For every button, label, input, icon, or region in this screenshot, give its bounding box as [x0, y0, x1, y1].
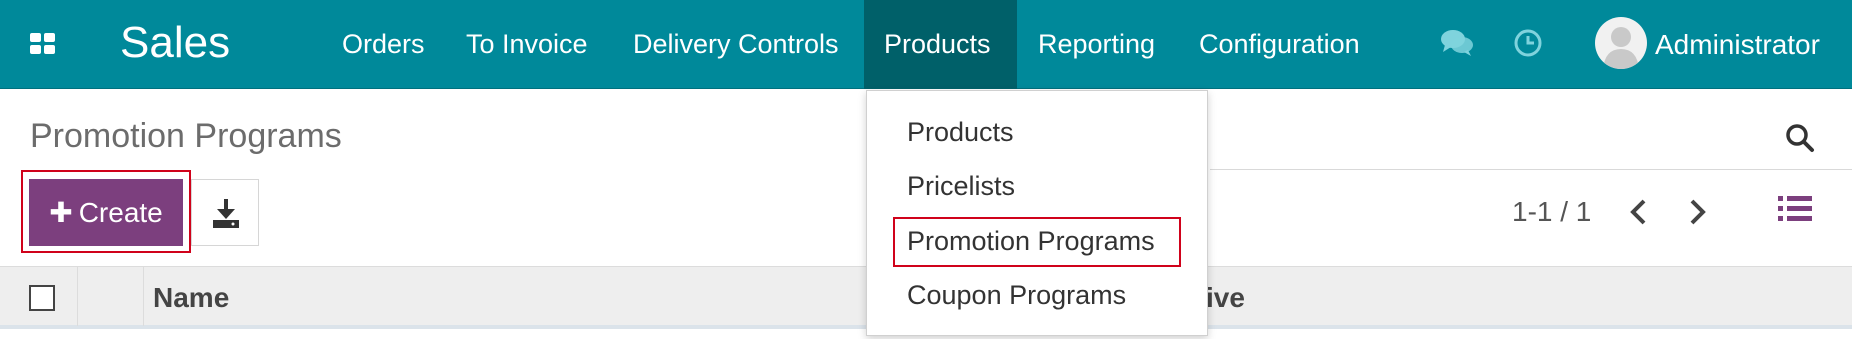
- chevron-left-icon[interactable]: [1624, 196, 1652, 228]
- column-header-name[interactable]: Name: [153, 282, 229, 314]
- page-title: Promotion Programs: [30, 117, 342, 155]
- user-avatar-icon[interactable]: [1595, 17, 1647, 69]
- menu-reporting[interactable]: Reporting: [1018, 0, 1175, 89]
- dropdown-item-pricelists[interactable]: Pricelists: [907, 171, 1015, 202]
- apps-grid-icon[interactable]: [30, 33, 56, 55]
- chevron-right-icon[interactable]: [1684, 196, 1712, 228]
- column-header-active[interactable]: ive: [1206, 282, 1245, 314]
- menu-orders[interactable]: Orders: [322, 0, 445, 89]
- promotion-programs-highlight-box: [893, 217, 1181, 267]
- user-menu-name[interactable]: Administrator: [1655, 0, 1820, 89]
- menu-configuration[interactable]: Configuration: [1179, 0, 1380, 89]
- app-brand[interactable]: Sales: [120, 18, 230, 68]
- clock-activity-icon[interactable]: [1512, 28, 1546, 58]
- list-view-icon[interactable]: [1778, 194, 1812, 224]
- create-button[interactable]: ✚ Create: [29, 179, 183, 246]
- download-button[interactable]: [191, 179, 259, 246]
- search-icon[interactable]: [1785, 123, 1815, 153]
- menu-delivery-controls[interactable]: Delivery Controls: [613, 0, 859, 89]
- menu-to-invoice[interactable]: To Invoice: [446, 0, 608, 89]
- dropdown-item-products[interactable]: Products: [907, 117, 1014, 148]
- handle-cell: [78, 267, 144, 326]
- top-navbar: Sales Orders To Invoice Delivery Control…: [0, 0, 1852, 89]
- select-all-checkbox[interactable]: [29, 285, 55, 311]
- download-icon: [213, 199, 239, 228]
- dropdown-item-coupon-programs[interactable]: Coupon Programs: [907, 280, 1126, 311]
- products-dropdown-menu: Products Pricelists Promotion Programs C…: [866, 90, 1208, 336]
- menu-products[interactable]: Products: [864, 0, 1017, 89]
- pager-value[interactable]: 1-1 / 1: [1512, 196, 1591, 228]
- search-bar-underline: [1210, 169, 1852, 170]
- create-button-label: Create: [78, 197, 163, 228]
- plus-icon: ✚: [49, 197, 73, 228]
- chat-bubbles-icon[interactable]: [1440, 28, 1474, 58]
